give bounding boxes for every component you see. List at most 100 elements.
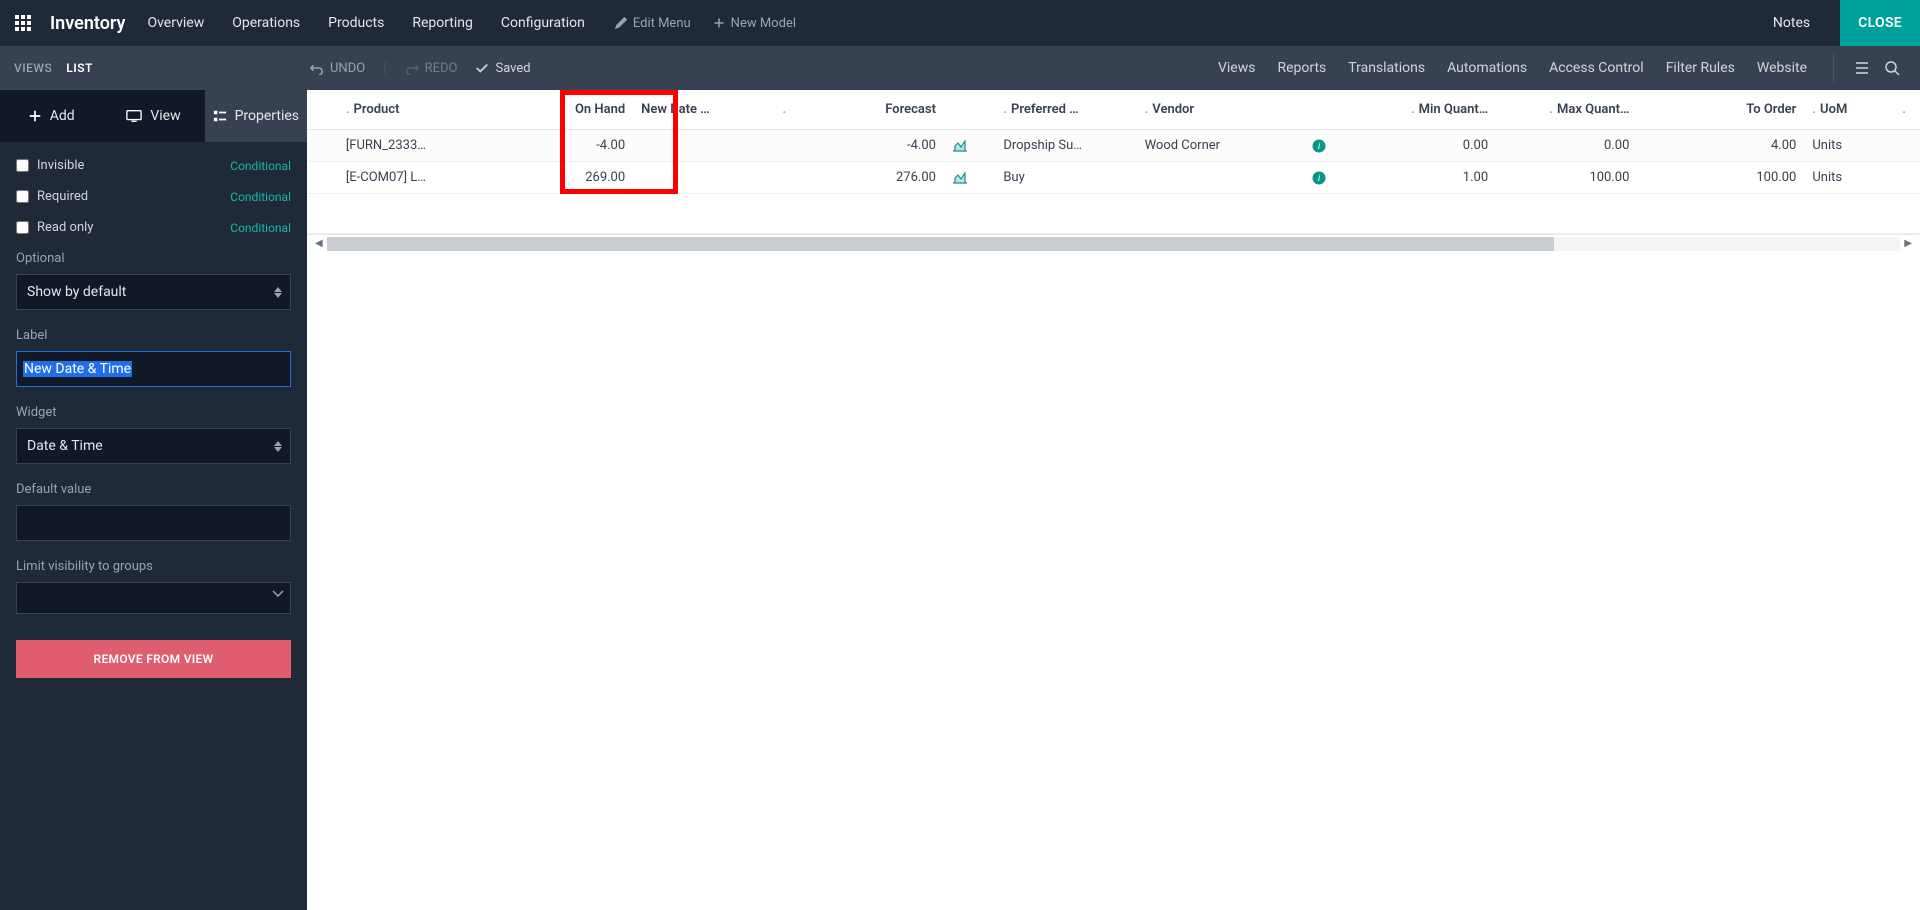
chart-icon[interactable]: [952, 172, 968, 184]
horizontal-scrollbar[interactable]: ◀ ▶: [307, 234, 1920, 252]
search-icon[interactable]: [1878, 54, 1906, 82]
col-vendor[interactable]: .Vendor: [1137, 90, 1304, 130]
cell-to-order: 100.00: [1637, 162, 1804, 194]
undo-button[interactable]: UNDO: [310, 61, 365, 76]
optional-value: Show by default: [27, 284, 126, 300]
redo-icon: [405, 61, 419, 75]
cell-vendor: Wood Corner: [1137, 130, 1304, 162]
close-button[interactable]: CLOSE: [1840, 0, 1920, 46]
col-new-date[interactable]: New Date …: [633, 90, 774, 130]
cell-max-qty: 100.00: [1496, 162, 1637, 194]
sidebar: Add View Properties Invisible Conditiona…: [0, 90, 307, 910]
cell-preferred: Buy: [995, 162, 1136, 194]
cell-product: [FURN_2333…: [338, 130, 505, 162]
vendor-info-button[interactable]: i: [1304, 162, 1355, 194]
table-row[interactable]: [FURN_2333…-4.00-4.00Dropship Su…Wood Co…: [307, 130, 1920, 162]
widget-select[interactable]: Date & Time: [16, 428, 291, 464]
link-translations[interactable]: Translations: [1348, 60, 1425, 76]
scroll-thumb[interactable]: [327, 237, 1554, 251]
undo-icon: [310, 61, 324, 75]
tab-properties[interactable]: Properties: [205, 90, 307, 142]
main-menu: Overview Operations Products Reporting C…: [141, 15, 584, 31]
col-on-hand[interactable]: On Hand: [505, 90, 633, 130]
properties-panel: Invisible Conditional Required Condition…: [0, 142, 307, 910]
required-checkbox[interactable]: Required: [16, 189, 88, 204]
optional-select[interactable]: Show by default: [16, 274, 291, 310]
label-input-wrap[interactable]: New Date & Time: [16, 351, 291, 387]
col-min-qty[interactable]: .Min Quant…: [1355, 90, 1496, 130]
menu-configuration[interactable]: Configuration: [501, 15, 585, 31]
views-breadcrumb[interactable]: VIEWS: [14, 61, 52, 75]
menu-overview[interactable]: Overview: [147, 15, 204, 31]
edit-menu-button[interactable]: Edit Menu: [615, 16, 691, 31]
cell-product: [E-COM07] L…: [338, 162, 505, 194]
default-input[interactable]: [16, 505, 291, 541]
notes-button[interactable]: Notes: [1759, 15, 1824, 31]
col-to-order[interactable]: To Order: [1637, 90, 1804, 130]
link-reports[interactable]: Reports: [1277, 60, 1326, 76]
widget-value: Date & Time: [27, 438, 103, 454]
redo-button[interactable]: REDO: [405, 61, 458, 76]
table-row[interactable]: [E-COM07] L…269.00276.00Buyi1.00100.0010…: [307, 162, 1920, 194]
data-table: .Product On Hand New Date … . Forecast .…: [307, 90, 1920, 194]
subbar-icons: [1833, 54, 1906, 82]
menu-reporting[interactable]: Reporting: [412, 15, 473, 31]
link-filter-rules[interactable]: Filter Rules: [1666, 60, 1735, 76]
readonly-conditional[interactable]: Conditional: [230, 221, 291, 235]
menu-operations[interactable]: Operations: [232, 15, 300, 31]
col-forecast[interactable]: Forecast: [803, 90, 944, 130]
vendor-info-button[interactable]: i: [1304, 130, 1355, 162]
cell-vendor: [1137, 162, 1304, 194]
apps-icon[interactable]: [0, 15, 46, 31]
tab-properties-label: Properties: [235, 108, 299, 124]
cell-forecast: -4.00: [803, 130, 944, 162]
label-input[interactable]: New Date & Time: [23, 361, 132, 377]
info-icon[interactable]: i: [1312, 171, 1326, 185]
edit-group: Edit Menu New Model: [615, 16, 796, 31]
subbar: VIEWS LIST UNDO | REDO Saved Views Repor…: [0, 46, 1920, 90]
topbar: Inventory Overview Operations Products R…: [0, 0, 1920, 46]
col-max-qty[interactable]: .Max Quant…: [1496, 90, 1637, 130]
chart-icon[interactable]: [952, 140, 968, 152]
tab-view[interactable]: View: [102, 90, 204, 142]
cell-new-date[interactable]: [633, 162, 774, 194]
col-preferred[interactable]: .Preferred …: [995, 90, 1136, 130]
col-product[interactable]: .Product: [338, 90, 505, 130]
scroll-track[interactable]: [327, 237, 1901, 251]
monitor-icon: [126, 109, 142, 123]
subbar-center: UNDO | REDO Saved: [310, 60, 531, 76]
cell-preferred: Dropship Su…: [995, 130, 1136, 162]
list-breadcrumb: LIST: [66, 61, 93, 75]
tab-add[interactable]: Add: [0, 90, 102, 142]
link-website[interactable]: Website: [1757, 60, 1807, 76]
list-view-icon[interactable]: [1848, 54, 1876, 82]
col-uom[interactable]: .UoM: [1804, 90, 1894, 130]
new-model-button[interactable]: New Model: [713, 16, 796, 31]
menu-products[interactable]: Products: [328, 15, 384, 31]
link-automations[interactable]: Automations: [1447, 60, 1527, 76]
tab-add-label: Add: [50, 108, 75, 124]
invisible-conditional[interactable]: Conditional: [230, 159, 291, 173]
readonly-checkbox[interactable]: Read only: [16, 220, 93, 235]
link-access-control[interactable]: Access Control: [1549, 60, 1644, 76]
remove-from-view-button[interactable]: REMOVE FROM VIEW: [16, 640, 291, 678]
edit-menu-label: Edit Menu: [633, 16, 691, 31]
new-model-label: New Model: [731, 16, 796, 31]
scroll-left-icon[interactable]: ◀: [315, 238, 323, 249]
forecast-chart-button[interactable]: [944, 162, 995, 194]
cell-new-date[interactable]: [633, 130, 774, 162]
invisible-checkbox[interactable]: Invisible: [16, 158, 84, 173]
info-icon[interactable]: i: [1312, 139, 1326, 153]
prop-readonly: Read only Conditional: [16, 220, 291, 235]
link-views[interactable]: Views: [1218, 60, 1256, 76]
tab-view-label: View: [150, 108, 180, 124]
forecast-chart-button[interactable]: [944, 130, 995, 162]
required-conditional[interactable]: Conditional: [230, 190, 291, 204]
app-name[interactable]: Inventory: [46, 13, 141, 34]
main: .Product On Hand New Date … . Forecast .…: [307, 90, 1920, 910]
cell-on-hand: 269.00: [505, 162, 633, 194]
cell-max-qty: 0.00: [1496, 130, 1637, 162]
groups-select[interactable]: [16, 582, 291, 614]
cell-on-hand: -4.00: [505, 130, 633, 162]
scroll-right-icon[interactable]: ▶: [1904, 238, 1912, 249]
